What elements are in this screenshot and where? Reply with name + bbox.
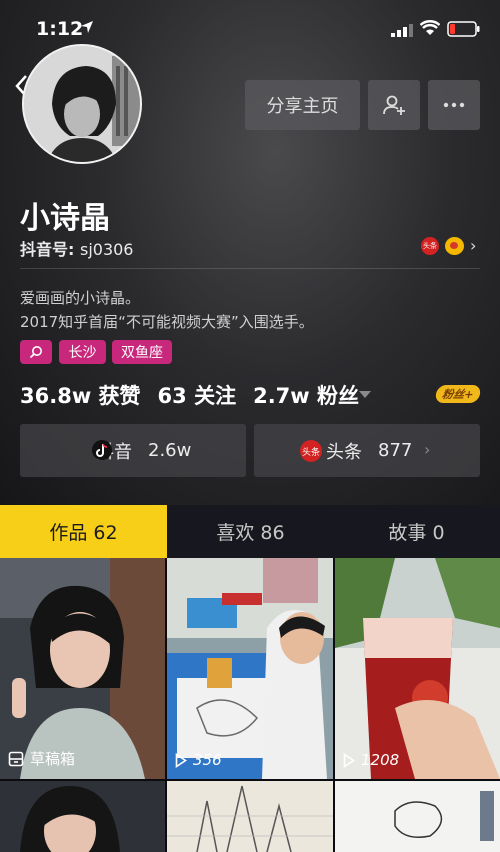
video-thumbnail — [0, 558, 165, 779]
video-thumbnail — [167, 781, 333, 852]
search-icon — [29, 346, 42, 359]
following-count[interactable]: 63 关注 — [158, 384, 237, 408]
battery-low-icon — [447, 21, 480, 37]
video-thumbnail — [335, 558, 500, 779]
tab-works[interactable]: 作品 62 — [0, 505, 167, 558]
user-id-value: sj0306 — [79, 240, 134, 259]
zodiac-tag[interactable]: 双鱼座 — [112, 340, 172, 364]
video-tile[interactable] — [167, 781, 333, 852]
play-count-overlay: 356 — [175, 751, 222, 769]
play-count-overlay: 1208 — [343, 751, 399, 769]
user-id-label: 抖音号: — [20, 240, 80, 259]
video-thumbnail — [335, 781, 500, 852]
bio-line-2: 2017知乎首届“不可能视频大赛”入围选手。 — [20, 313, 314, 331]
chevron-right-icon[interactable]: › — [470, 236, 476, 255]
more-dots-icon — [443, 102, 465, 108]
draft-label: 草稿箱 — [30, 750, 76, 768]
wifi-icon — [420, 20, 440, 35]
search-tag[interactable] — [20, 340, 52, 364]
status-time: 1:12 — [36, 18, 84, 40]
fans-dropdown-icon[interactable] — [359, 391, 371, 398]
video-thumbnail — [167, 558, 333, 779]
toutiao-link-icon[interactable]: 头条 — [421, 237, 439, 255]
douyin-logo-icon — [92, 440, 112, 460]
location-arrow-icon — [81, 21, 93, 33]
avatar-photo — [24, 46, 140, 162]
profile-tabs: 作品 62 喜欢 86 故事 0 — [0, 505, 500, 558]
more-options-button[interactable] — [428, 80, 480, 130]
video-grid: 草稿箱 356 1208 — [0, 558, 500, 852]
weibo-link-icon[interactable] — [445, 237, 464, 255]
bio-line-1: 爱画画的小诗晶。 — [20, 289, 141, 307]
cellular-signal-icon — [391, 24, 413, 37]
draft-overlay: 草稿箱 — [8, 748, 75, 769]
location-tag[interactable]: 长沙 — [59, 340, 106, 364]
play-icon — [343, 752, 355, 768]
user-id: 抖音号: sj0306 — [20, 236, 133, 260]
douyin-account-card[interactable]: 抖音 2.6w — [20, 424, 246, 477]
play-count: 1208 — [361, 751, 400, 769]
tab-likes[interactable]: 喜欢 86 — [167, 505, 334, 558]
douyin-value: 2.6w — [148, 440, 192, 461]
play-icon — [175, 752, 187, 768]
toutiao-label: 头条 — [326, 441, 362, 463]
toutiao-logo-icon: 头条 — [300, 440, 322, 462]
fans-count[interactable]: 2.7w 粉丝 — [253, 384, 359, 408]
share-profile-button[interactable]: 分享主页 — [245, 80, 360, 130]
video-thumbnail — [0, 781, 165, 852]
chevron-right-icon: › — [424, 440, 431, 459]
divider — [20, 268, 480, 269]
tab-stories[interactable]: 故事 0 — [333, 505, 500, 558]
video-tile[interactable] — [0, 781, 165, 852]
play-count: 356 — [193, 751, 222, 769]
add-friend-button[interactable] — [368, 80, 420, 130]
video-tile[interactable]: 1208 — [335, 558, 500, 779]
video-tile[interactable] — [335, 781, 500, 852]
toutiao-value: 877 — [378, 440, 413, 461]
likes-count[interactable]: 36.8w 获赞 — [20, 384, 141, 408]
profile-name: 小诗晶 — [20, 201, 110, 236]
draft-box-icon — [8, 751, 24, 766]
video-tile[interactable]: 356 — [167, 558, 333, 779]
add-user-icon — [383, 95, 405, 115]
toutiao-account-card[interactable]: 头条 877 — [254, 424, 480, 477]
profile-stats: 36.8w 获赞 63 关注 2.7w 粉丝 — [20, 380, 376, 410]
status-bar: 1:12 — [0, 0, 500, 44]
fans-plus-badge[interactable]: 粉丝+ — [434, 385, 482, 403]
draft-box-tile[interactable]: 草稿箱 — [0, 558, 165, 779]
avatar[interactable] — [22, 44, 142, 164]
